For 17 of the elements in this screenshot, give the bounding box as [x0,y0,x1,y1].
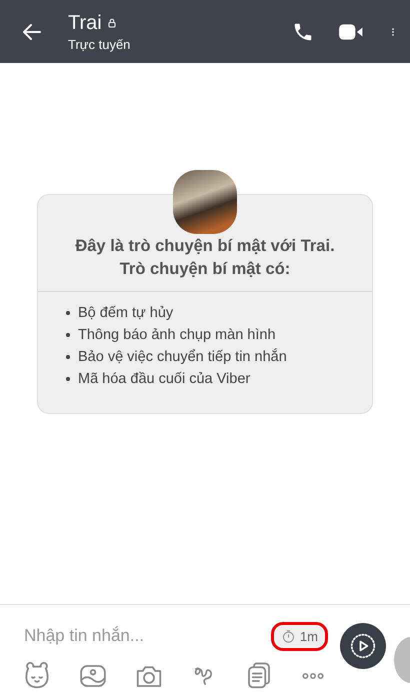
bullet-dot [66,355,70,359]
message-input[interactable]: Nhập tin nhắn... [22,625,275,647]
feature-text: Mã hóa đầu cuối của Viber [78,370,250,389]
photo-placeholder [173,170,237,234]
online-status: Trực tuyến [68,36,132,52]
stopwatch-icon [280,628,296,644]
self-destruct-timer-button[interactable]: 1m [274,626,324,646]
chat-title: Trai [68,12,102,34]
bullet-dot [66,333,70,337]
bullet-dot [66,377,70,381]
feature-text: Bảo vệ việc chuyển tiếp tin nhắn [78,347,287,367]
lock-icon [106,17,118,29]
card-heading: Đây là trò chuyện bí mật với Trai. Trò chuyện bí mật có: [74,236,336,280]
feature-text: Bộ đếm tự hủy [78,304,174,323]
bullet-dot [66,311,70,315]
feature-text: Thông báo ảnh chụp màn hình [78,326,276,345]
video-message-button[interactable] [340,622,386,668]
